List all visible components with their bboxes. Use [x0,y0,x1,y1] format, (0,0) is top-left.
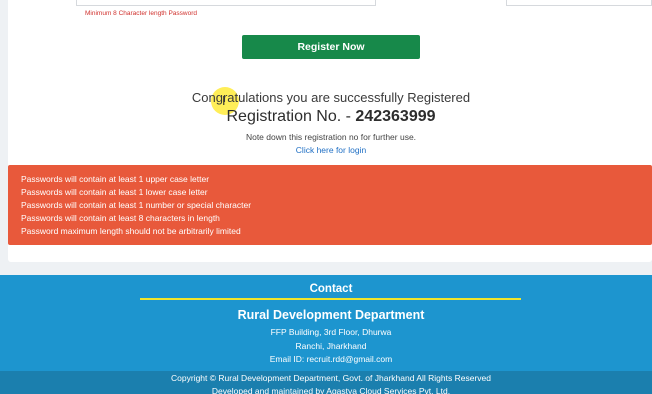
password-rule: Passwords will contain at least 1 lower … [21,187,208,197]
registration-note: Note down this registration no for furth… [245,132,417,142]
footer-bottom-bar: Copyright © Rural Development Department… [0,371,652,394]
footer: Contact Rural Development Department FFP… [0,275,652,394]
registration-number-line: Registration No. - 242363999 [0,108,652,126]
developer-credit: Developed and maintained by Agastya Clou… [211,386,451,394]
copyright-text: Copyright © Rural Development Department… [171,373,491,383]
registration-number: 242363999 [355,108,436,125]
registration-label: Registration No. - [226,108,356,125]
text-cursor-icon: I [222,94,226,108]
password-rule: Passwords will contain at least 1 upper … [21,174,210,184]
password-rule: Password maximum length should not be ar… [21,226,241,236]
address-line-2: Ranchi, Jharkhand [295,341,367,351]
password-rule: Passwords will contain at least 8 charac… [21,213,220,223]
success-message: Congratulations you are successfully Reg… [191,90,471,105]
password-field[interactable] [76,0,376,6]
contact-title: Contact [309,283,353,295]
confirm-field[interactable] [506,0,652,6]
login-link[interactable]: Click here for login [0,145,652,155]
contact-divider [140,298,521,300]
password-rule: Passwords will contain at least 1 number… [21,200,252,210]
register-now-button[interactable]: Register Now [242,35,420,59]
password-hint: Minimum 8 Character length Password [85,10,197,17]
password-rules-box: Passwords will contain at least 1 upper … [8,165,652,245]
contact-email: Email ID: recruit.rdd@gmail.com [269,354,393,364]
department-name: Rural Development Department [237,308,425,322]
address-line-1: FFP Building, 3rd Floor, Dhurwa [270,327,392,337]
